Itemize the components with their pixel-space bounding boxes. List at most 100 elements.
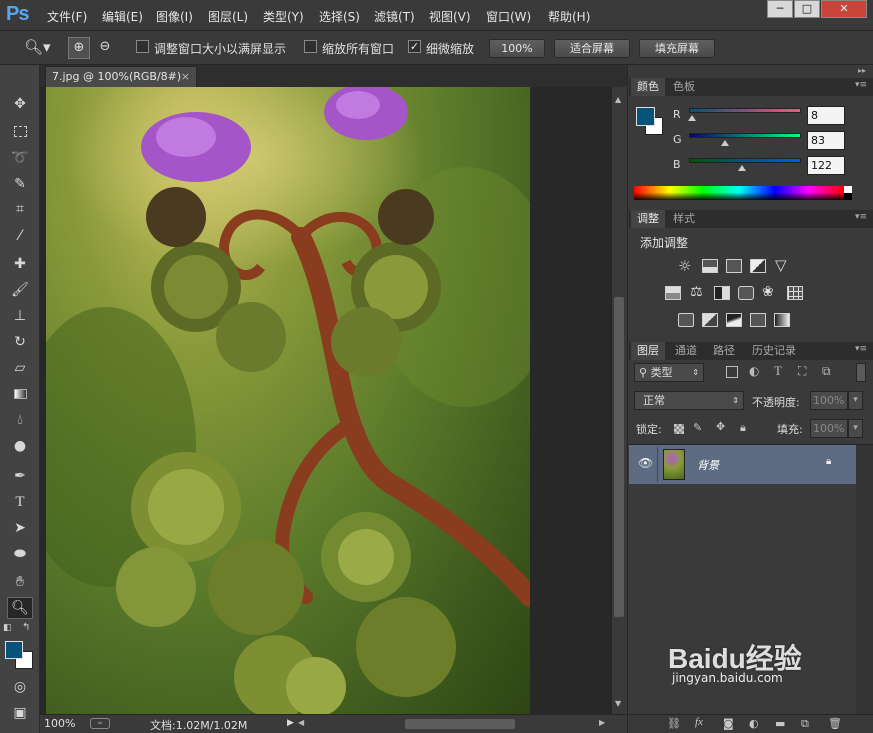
layer-name[interactable]: 背景	[697, 457, 719, 473]
color-panel-menu-icon[interactable]: ▾≡	[855, 80, 867, 90]
invert-icon[interactable]	[678, 313, 694, 327]
b-channel-slider[interactable]	[689, 158, 801, 163]
r-channel-slider[interactable]	[689, 108, 801, 113]
curves-icon[interactable]	[726, 259, 742, 273]
add-mask-icon[interactable]: ◙	[723, 717, 734, 730]
b-channel-value[interactable]: 122	[807, 156, 845, 175]
menu-select[interactable]: 选择(S)	[319, 8, 360, 25]
pen-tool-icon[interactable]: ✒︎	[7, 465, 33, 487]
black-white-swatch[interactable]	[844, 186, 852, 200]
filter-pixel-icon[interactable]	[726, 366, 738, 378]
zoom-out-icon[interactable]: ⊖	[94, 37, 116, 59]
layers-scroll-track[interactable]	[856, 445, 873, 715]
new-group-icon[interactable]: ▬	[775, 717, 785, 730]
hand-tool-icon[interactable]: ✋︎	[7, 571, 33, 593]
status-menu-arrow-icon[interactable]: ▶	[287, 718, 294, 728]
scroll-right-icon[interactable]: ▶	[599, 718, 605, 727]
ellipse-tool-icon[interactable]: ⬬	[7, 543, 33, 565]
blur-tool-icon[interactable]: 💧︎	[7, 409, 33, 431]
color-balance-icon[interactable]: ⚖	[690, 284, 703, 300]
layer-row-background[interactable]: 👁︎ 背景 🔒︎	[629, 445, 856, 484]
status-view-icon[interactable]: ∞	[90, 718, 110, 729]
lock-position-icon[interactable]: ✥	[716, 420, 725, 433]
horizontal-scroll-thumb[interactable]	[405, 719, 515, 729]
lasso-tool-icon[interactable]: ➰	[7, 147, 33, 169]
close-window-button[interactable]: ✕	[821, 0, 867, 18]
collapse-panels-icon[interactable]: ▸▸	[858, 66, 866, 75]
eyedropper-tool-icon[interactable]: ⁄	[7, 225, 33, 247]
b-slider-thumb[interactable]	[738, 165, 746, 171]
fill-dropdown-icon[interactable]: ▾	[848, 419, 863, 438]
blend-mode-select[interactable]: 正常 ⇕	[634, 391, 744, 410]
tab-swatches[interactable]: 色板	[667, 78, 701, 96]
menu-help[interactable]: 帮助(H)	[548, 8, 590, 25]
zoom-tool-icon[interactable]: 🔍︎	[7, 597, 33, 619]
panel-foreground-swatch[interactable]	[636, 107, 655, 126]
menu-view[interactable]: 视图(V)	[429, 8, 471, 25]
menu-edit[interactable]: 编辑(E)	[102, 8, 143, 25]
scrubby-zoom-checkbox[interactable]: ✓	[408, 40, 421, 53]
vertical-scroll-thumb[interactable]	[614, 297, 624, 617]
black-white-adj-icon[interactable]	[714, 286, 730, 300]
opacity-dropdown-icon[interactable]: ▾	[848, 391, 863, 410]
fill-screen-button[interactable]: 填充屏幕	[639, 39, 715, 58]
opacity-field[interactable]: 100%	[810, 391, 848, 410]
lock-all-icon[interactable]: 🔒︎	[740, 421, 746, 435]
tab-channels[interactable]: 通道	[669, 342, 703, 360]
tab-color[interactable]: 颜色	[631, 78, 665, 96]
menu-type[interactable]: 类型(Y)	[263, 8, 304, 25]
r-channel-value[interactable]: 8	[807, 106, 845, 125]
scroll-left-icon[interactable]: ◀	[298, 718, 304, 727]
close-tab-icon[interactable]: ×	[181, 67, 190, 87]
filter-toggle-switch[interactable]	[856, 363, 866, 382]
vertical-scrollbar[interactable]: ▲ ▼	[611, 87, 627, 714]
maximize-button[interactable]: □	[794, 0, 820, 18]
levels-icon[interactable]	[702, 259, 718, 273]
color-lookup-icon[interactable]	[787, 286, 803, 300]
g-channel-value[interactable]: 83	[807, 131, 845, 150]
color-spectrum-ramp[interactable]	[634, 186, 844, 200]
channel-mixer-icon[interactable]: ❀	[762, 284, 774, 300]
default-colors-icon[interactable]: ◧	[3, 623, 12, 633]
minimize-button[interactable]: ─	[767, 0, 793, 18]
tab-paths[interactable]: 路径	[707, 342, 741, 360]
healing-brush-tool-icon[interactable]: ✚	[7, 253, 33, 275]
type-tool-icon[interactable]: T	[7, 491, 33, 513]
layer-style-fx-icon[interactable]: fx	[695, 716, 703, 728]
g-slider-thumb[interactable]	[721, 140, 729, 146]
zoom-level-readout[interactable]: 100%	[44, 717, 75, 730]
resize-windows-checkbox[interactable]	[136, 40, 149, 53]
selective-color-icon[interactable]	[750, 313, 766, 327]
zoom-all-windows-checkbox[interactable]	[304, 40, 317, 53]
hue-saturation-icon[interactable]	[665, 286, 681, 300]
screen-mode-icon[interactable]: ▣	[7, 702, 33, 724]
photo-filter-icon[interactable]	[738, 286, 754, 300]
menu-filter[interactable]: 滤镜(T)	[374, 8, 415, 25]
document-tab[interactable]: 7.jpg @ 100%(RGB/8#) ×	[45, 66, 197, 87]
filter-smart-object-icon[interactable]: ⧉	[822, 364, 831, 379]
filter-shape-icon[interactable]: ⛶	[798, 364, 806, 379]
threshold-icon[interactable]	[726, 313, 742, 327]
exposure-icon[interactable]	[750, 259, 766, 273]
swap-colors-icon[interactable]: ↰	[22, 622, 30, 633]
r-slider-thumb[interactable]	[688, 115, 696, 121]
marquee-tool-icon[interactable]	[7, 120, 33, 142]
quick-select-tool-icon[interactable]: ✎	[7, 173, 33, 195]
menu-image[interactable]: 图像(I)	[156, 8, 193, 25]
brightness-contrast-icon[interactable]: ☼	[678, 257, 691, 275]
vibrance-icon[interactable]: ▽	[775, 256, 787, 274]
filter-adjustment-icon[interactable]: ◐	[749, 364, 759, 378]
layer-visibility-eye-icon[interactable]: 👁︎	[638, 456, 653, 470]
layer-filter-select[interactable]: ⚲ 类型 ⇕	[634, 363, 704, 382]
document-image[interactable]	[46, 87, 530, 714]
fit-screen-button[interactable]: 适合屏幕	[554, 39, 630, 58]
tab-layers[interactable]: 图层	[631, 342, 665, 360]
zoom-100-button[interactable]: 100%	[489, 39, 545, 58]
g-channel-slider[interactable]	[689, 133, 801, 138]
new-layer-icon[interactable]: ⧉	[801, 717, 809, 731]
menu-layer[interactable]: 图层(L)	[208, 8, 248, 25]
posterize-icon[interactable]	[702, 313, 718, 327]
history-brush-tool-icon[interactable]: ↻	[7, 331, 33, 353]
layers-panel-menu-icon[interactable]: ▾≡	[855, 344, 867, 354]
eraser-tool-icon[interactable]: ▱	[7, 357, 33, 379]
